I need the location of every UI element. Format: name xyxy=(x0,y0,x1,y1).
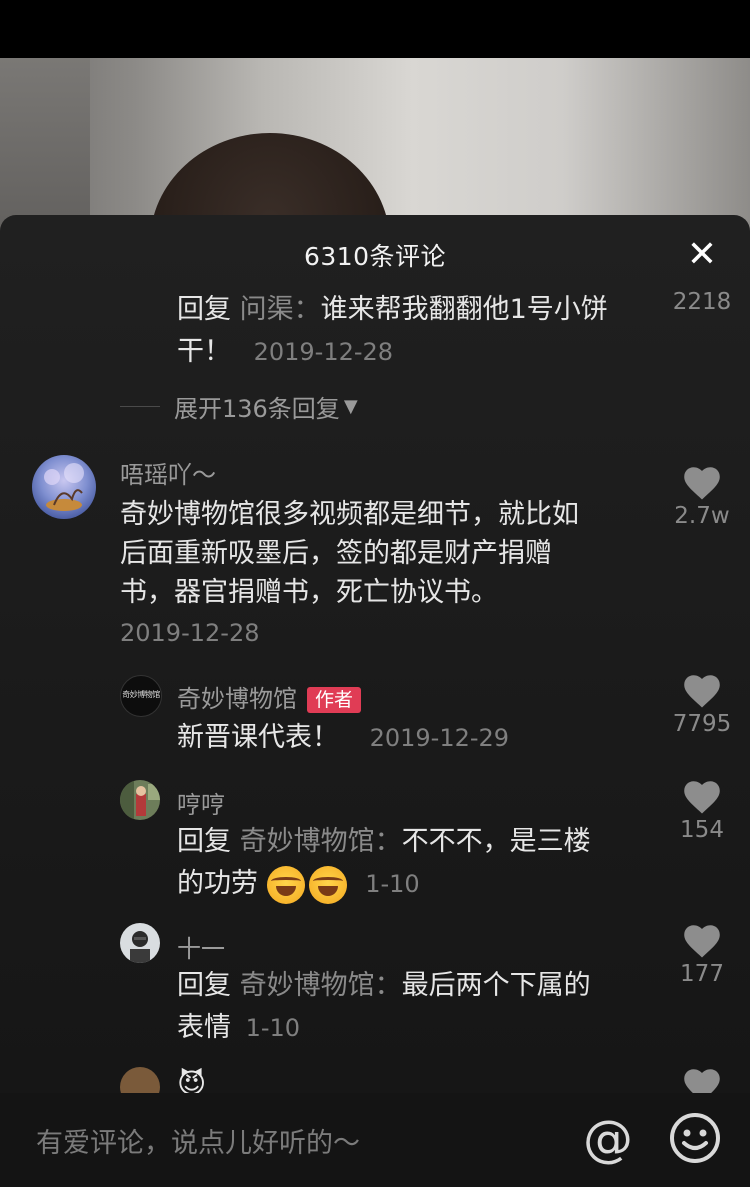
reply-line2: 表情 xyxy=(177,1012,231,1043)
comment-input[interactable]: 有爱评论，说点儿好听的～ xyxy=(36,1121,360,1160)
reply-content: 新晋课代表！ xyxy=(177,722,339,753)
comment-text: 奇妙博物馆很多视频都是细节，就比如 后面重新吸墨后，签的都是财产捐赠 书，器官捐… xyxy=(120,495,650,612)
avatar[interactable]: 奇妙博物馆 xyxy=(120,675,162,717)
reply-line2: 的功劳 xyxy=(177,868,258,899)
like-button[interactable] xyxy=(662,1069,742,1093)
reply-line1: 最后两个下属的 xyxy=(401,970,591,1001)
reply-date: 2019-12-28 xyxy=(253,338,394,366)
reply-line1: 不不不，是三楼 xyxy=(401,826,591,857)
heart-icon xyxy=(684,781,720,814)
reply-text: 新晋课代表！ 2019-12-29 xyxy=(177,717,509,759)
like-button[interactable]: 2218 xyxy=(662,287,742,315)
reply-prefix: 回复 xyxy=(177,970,231,1001)
heart-icon xyxy=(684,925,720,958)
avatar[interactable] xyxy=(120,923,160,963)
avatar-logo-text: 奇妙博物馆 xyxy=(122,690,160,699)
comment-line: 书，器官捐赠书，死亡协议书。 xyxy=(120,577,498,608)
comment-date: 2019-12-28 xyxy=(120,619,260,647)
close-icon[interactable]: ✕ xyxy=(684,237,720,273)
reply-to-user[interactable]: 奇妙博物馆： xyxy=(240,970,402,1001)
reply-username[interactable]: 奇妙博物馆 xyxy=(177,685,297,713)
like-button[interactable]: 154 xyxy=(662,781,742,843)
like-count: 7795 xyxy=(672,711,732,737)
comment-input-bar: 有爱评论，说点儿好听的～ @ xyxy=(0,1093,750,1187)
comment-username[interactable]: 唔瑶吖～ xyxy=(120,455,216,490)
reply-text: 回复 问渠：谁来帮我翻翻他1号小饼 干！ 2019-12-28 xyxy=(177,289,667,373)
avatar[interactable] xyxy=(32,455,96,519)
reply-to-user[interactable]: 奇妙博物馆： xyxy=(240,826,402,857)
reply-to-user[interactable]: 问渠： xyxy=(240,294,321,325)
divider-line xyxy=(120,405,160,407)
like-count: 2.7w xyxy=(674,503,730,529)
comment-sheet: 6310条评论 ✕ 回复 问渠：谁来帮我翻翻他1号小饼 干！ 2019-12-2… xyxy=(0,215,750,1093)
reply-line2: 干！ xyxy=(177,336,231,367)
like-button[interactable]: 2.7w xyxy=(662,467,742,529)
reply-prefix: 回复 xyxy=(177,294,231,325)
like-count: 2218 xyxy=(672,289,732,315)
like-button[interactable]: 177 xyxy=(662,925,742,987)
like-count: 177 xyxy=(680,961,724,987)
reply-text: 回复 奇妙博物馆：最后两个下属的 表情 1-10 xyxy=(177,965,657,1049)
heart-icon xyxy=(684,1069,720,1093)
emoji-icon[interactable] xyxy=(668,1111,722,1165)
expand-label: 展开136条回复 xyxy=(174,394,340,423)
reply-date: 1-10 xyxy=(245,1014,301,1042)
reply-date: 2019-12-29 xyxy=(369,724,510,752)
triangle-down-icon: ▼ xyxy=(343,395,358,417)
laughing-tears-emoji-icon xyxy=(266,865,305,904)
reply-text: 回复 奇妙博物馆：不不不，是三楼 的功劳 1-10 xyxy=(177,821,657,905)
comment-line: 奇妙博物馆很多视频都是细节，就比如 xyxy=(120,499,579,530)
heart-icon xyxy=(684,675,720,708)
laughing-tears-emoji-icon xyxy=(308,865,347,904)
avatar[interactable] xyxy=(120,1067,160,1093)
reply-line1: 谁来帮我翻翻他1号小饼 xyxy=(320,294,608,325)
author-badge: 作者 xyxy=(307,687,362,713)
reply-header: 奇妙博物馆 作者 xyxy=(177,679,362,714)
reply-prefix: 回复 xyxy=(177,826,231,857)
reply-username[interactable]: 😈 xyxy=(177,1067,206,1093)
comment-line: 后面重新吸墨后，签的都是财产捐赠 xyxy=(120,538,552,569)
reply-date: 1-10 xyxy=(365,870,420,898)
like-button[interactable]: 7795 xyxy=(662,675,742,737)
reply-username[interactable]: 十一 xyxy=(177,929,225,964)
at-mention-icon[interactable]: @ xyxy=(580,1111,636,1167)
reply-username[interactable]: 哼哼 xyxy=(177,785,225,820)
comment-count-title: 6310条评论 xyxy=(303,242,447,271)
avatar[interactable] xyxy=(120,780,160,820)
like-count: 154 xyxy=(680,817,724,843)
expand-replies[interactable]: 展开136条回复 ▼ xyxy=(120,391,358,423)
heart-icon xyxy=(684,467,720,500)
